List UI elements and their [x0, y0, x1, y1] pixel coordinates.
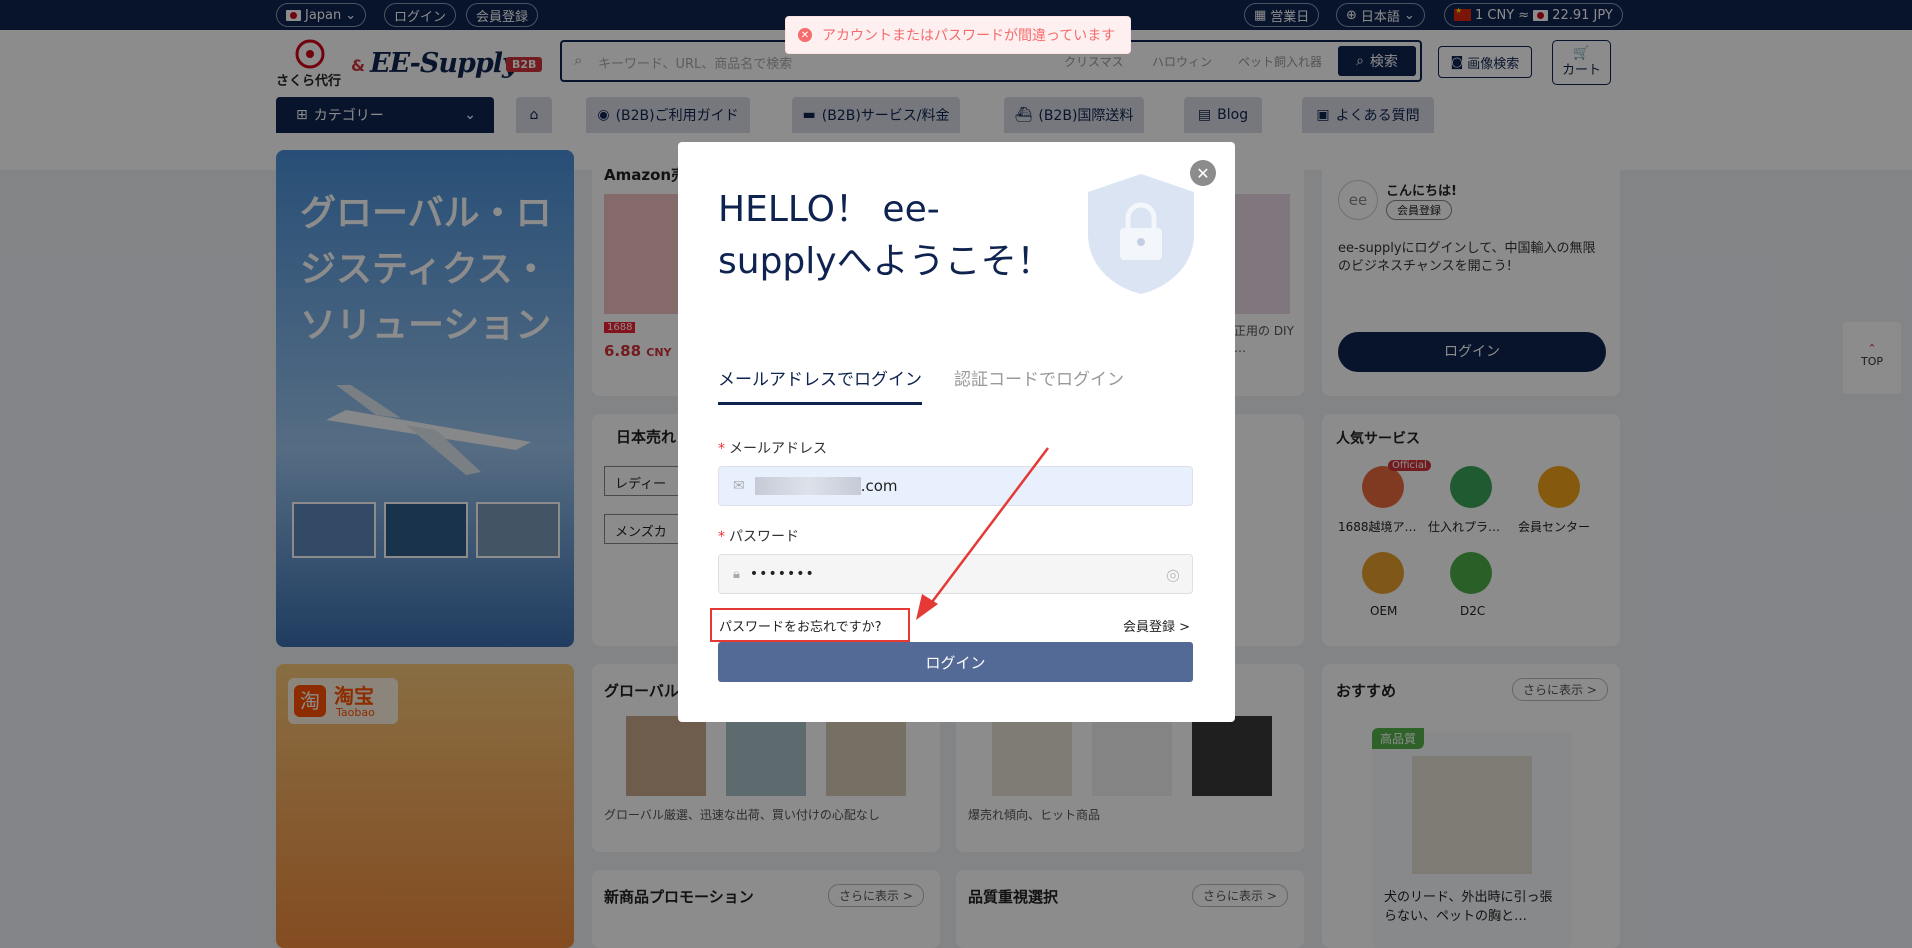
login-modal: HELLO！ ee-supplyへようこそ！ ✕ メールアドレスでログイン 認証…: [678, 142, 1235, 722]
error-message: アカウントまたはパスワードが間違っています: [822, 28, 1116, 44]
modal-title: HELLO！ ee-supplyへようこそ！: [718, 189, 1053, 282]
email-redaction: [754, 477, 861, 495]
tab-email-login[interactable]: メールアドレスでログイン: [718, 365, 922, 405]
error-icon: ✕: [798, 28, 812, 42]
close-button[interactable]: ✕: [1190, 160, 1216, 186]
mail-icon: ✉: [733, 478, 745, 494]
required-mark: *: [718, 441, 725, 457]
error-toast: ✕ アカウントまたはパスワードが間違っています: [785, 16, 1131, 54]
eye-off-icon[interactable]: ◎: [1166, 565, 1180, 584]
login-button[interactable]: ログイン: [718, 642, 1193, 682]
forgot-password-link[interactable]: パスワードをお忘れですか?: [719, 616, 882, 635]
lock-icon: 🔒︎: [733, 566, 740, 582]
tab-code-login[interactable]: 認証コードでログイン: [954, 365, 1124, 390]
email-value: .com: [860, 477, 898, 495]
email-label: メールアドレス: [729, 441, 827, 457]
close-icon: ✕: [1196, 163, 1210, 183]
shield-lock-icon: [1088, 174, 1194, 294]
password-label: パスワード: [729, 529, 799, 545]
required-mark: *: [718, 529, 725, 545]
modal-register-link[interactable]: 会員登録 >: [1123, 616, 1190, 635]
red-arrow-annotation: [916, 447, 1049, 620]
password-value: •••••••: [749, 566, 815, 582]
